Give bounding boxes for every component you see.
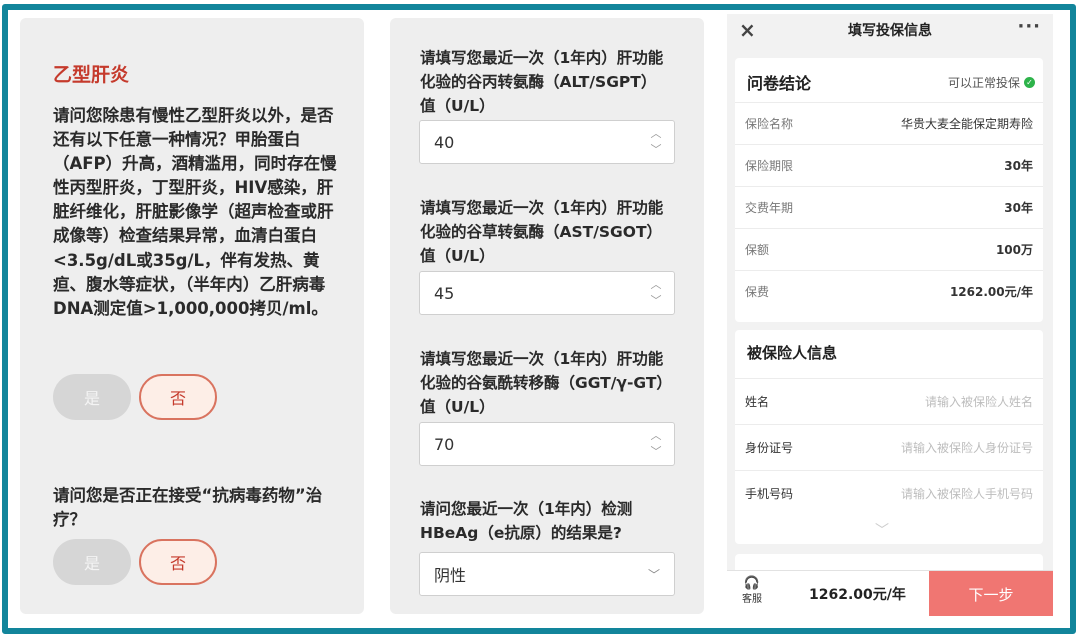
page-title: 填写投保信息	[848, 23, 932, 39]
row-key: 保险名称	[745, 117, 794, 131]
alt-value: 40	[434, 132, 455, 152]
total-price: 1262.00元/年	[809, 587, 906, 603]
question-other-conditions: 请问您除患有慢性乙型肝炎以外，是否还有以下任意一种情况？甲胎蛋白（AFP）升高，…	[53, 106, 337, 318]
chevron-down-icon[interactable]: ﹀	[648, 294, 664, 308]
ggt-label: 请填写您最近一次（1年内）肝功能化验的谷氨酰转移酶（GGT/γ-GT）值（U/L…	[420, 350, 665, 416]
phone-field[interactable]: 手机号码 请输入被保险人手机号码	[735, 470, 1043, 516]
question-antiviral-treatment: 请问您是否正在接受“抗病毒药物”治疗？	[53, 486, 323, 529]
info-row-coverage: 保额 100万	[735, 228, 1043, 270]
ast-value: 45	[434, 283, 455, 303]
ggt-input[interactable]: 70 ︿ ﹀	[419, 422, 675, 466]
q2-yes-button[interactable]: 是	[53, 539, 131, 585]
q1-no-button[interactable]: 否	[139, 374, 217, 420]
alt-label: 请填写您最近一次（1年内）肝功能化验的谷丙转氨酶（ALT/SGPT）值（U/L）	[420, 49, 664, 115]
row-value: 30年	[1004, 159, 1033, 173]
row-value: 30年	[1004, 201, 1033, 215]
ast-input[interactable]: 45 ︿ ﹀	[419, 271, 675, 315]
field-label: 身份证号	[745, 441, 794, 455]
ggt-stepper[interactable]: ︿ ﹀	[648, 427, 664, 461]
field-placeholder[interactable]: 请输入被保险人身份证号	[901, 439, 1033, 456]
chevron-down-icon: ﹀	[647, 568, 660, 582]
info-row-insurance-name: 保险名称 华贵大麦全能保定期寿险	[735, 102, 1043, 144]
chevron-up-icon[interactable]: ︿	[648, 278, 664, 292]
hepatitis-questionnaire-panel: 乙型肝炎 请问您除患有慢性乙型肝炎以外，是否还有以下任意一种情况？甲胎蛋白（AF…	[20, 18, 364, 614]
row-key: 保额	[745, 243, 770, 257]
close-icon[interactable]: ×	[739, 18, 756, 42]
row-value: 1262.00元/年	[949, 285, 1033, 299]
alt-stepper[interactable]: ︿ ﹀	[648, 125, 664, 159]
info-row-term: 保险期限 30年	[735, 144, 1043, 186]
id-number-field[interactable]: 身份证号 请输入被保险人身份证号	[735, 424, 1043, 470]
chevron-down-icon[interactable]: ﹀	[648, 445, 664, 459]
alt-input[interactable]: 40 ︿ ﹀	[419, 120, 675, 164]
hbeag-select[interactable]: 阴性 ﹀	[419, 552, 675, 596]
field-label: 手机号码	[745, 487, 794, 501]
info-row-payment-period: 交费年期 30年	[735, 186, 1043, 228]
field-label: 姓名	[745, 395, 770, 409]
chevron-up-icon[interactable]: ︿	[648, 127, 664, 141]
bottom-action-bar: 🎧 客服 1262.00元/年 下一步	[727, 570, 1053, 616]
conclusion-title: 问卷结论	[747, 74, 812, 93]
conclusion-card: 问卷结论 可以正常投保 ✓ 保险名称 华贵大麦全能保定期寿险 保险期限 30年 …	[735, 58, 1043, 322]
liver-function-panel: 请填写您最近一次（1年内）肝功能化验的谷丙转氨酶（ALT/SGPT）值（U/L）…	[390, 18, 704, 614]
insured-title: 被保险人信息	[747, 344, 838, 362]
ggt-value: 70	[434, 434, 455, 454]
info-row-premium: 保费 1262.00元/年	[735, 270, 1043, 312]
expand-chevron-icon[interactable]: ﹀	[875, 520, 889, 540]
q1-yes-button[interactable]: 是	[53, 374, 131, 420]
status-text: 可以正常投保	[947, 76, 1020, 90]
chevron-down-icon[interactable]: ﹀	[648, 143, 664, 157]
q2-no-button[interactable]: 否	[139, 539, 217, 585]
more-icon[interactable]: ···	[1017, 16, 1041, 37]
section-title: 乙型肝炎	[53, 64, 130, 86]
field-placeholder[interactable]: 请输入被保险人手机号码	[901, 485, 1033, 502]
chevron-up-icon[interactable]: ︿	[648, 429, 664, 443]
service-label: 客服	[742, 594, 762, 605]
row-value: 100万	[995, 243, 1033, 257]
headset-icon: 🎧	[743, 576, 761, 591]
nav-bar: × 填写投保信息 ···	[727, 14, 1053, 46]
row-value: 华贵大麦全能保定期寿险	[900, 117, 1033, 131]
ast-label: 请填写您最近一次（1年内）肝功能化验的谷草转氨酶（AST/SGOT）值（U/L）	[420, 199, 664, 265]
hbeag-value: 阴性	[434, 566, 467, 585]
check-icon: ✓	[1024, 77, 1035, 88]
row-key: 保费	[745, 285, 770, 299]
status-badge: 可以正常投保 ✓	[948, 74, 1035, 91]
field-placeholder[interactable]: 请输入被保险人姓名	[925, 393, 1033, 410]
row-key: 保险期限	[745, 159, 794, 173]
ast-stepper[interactable]: ︿ ﹀	[648, 276, 664, 310]
hbeag-label: 请问您最近一次（1年内）检测HBeAg（e抗原）的结果是?	[420, 500, 633, 542]
name-field[interactable]: 姓名 请输入被保险人姓名	[735, 378, 1043, 424]
customer-service-button[interactable]: 🎧 客服	[739, 575, 765, 607]
insurance-form-phone: × 填写投保信息 ··· 问卷结论 可以正常投保 ✓ 保险名称 华贵大麦全能保定…	[727, 14, 1053, 616]
insured-info-card: 被保险人信息 姓名 请输入被保险人姓名 身份证号 请输入被保险人身份证号 手机号…	[735, 330, 1043, 544]
row-key: 交费年期	[745, 201, 794, 215]
next-step-button[interactable]: 下一步	[929, 571, 1053, 616]
